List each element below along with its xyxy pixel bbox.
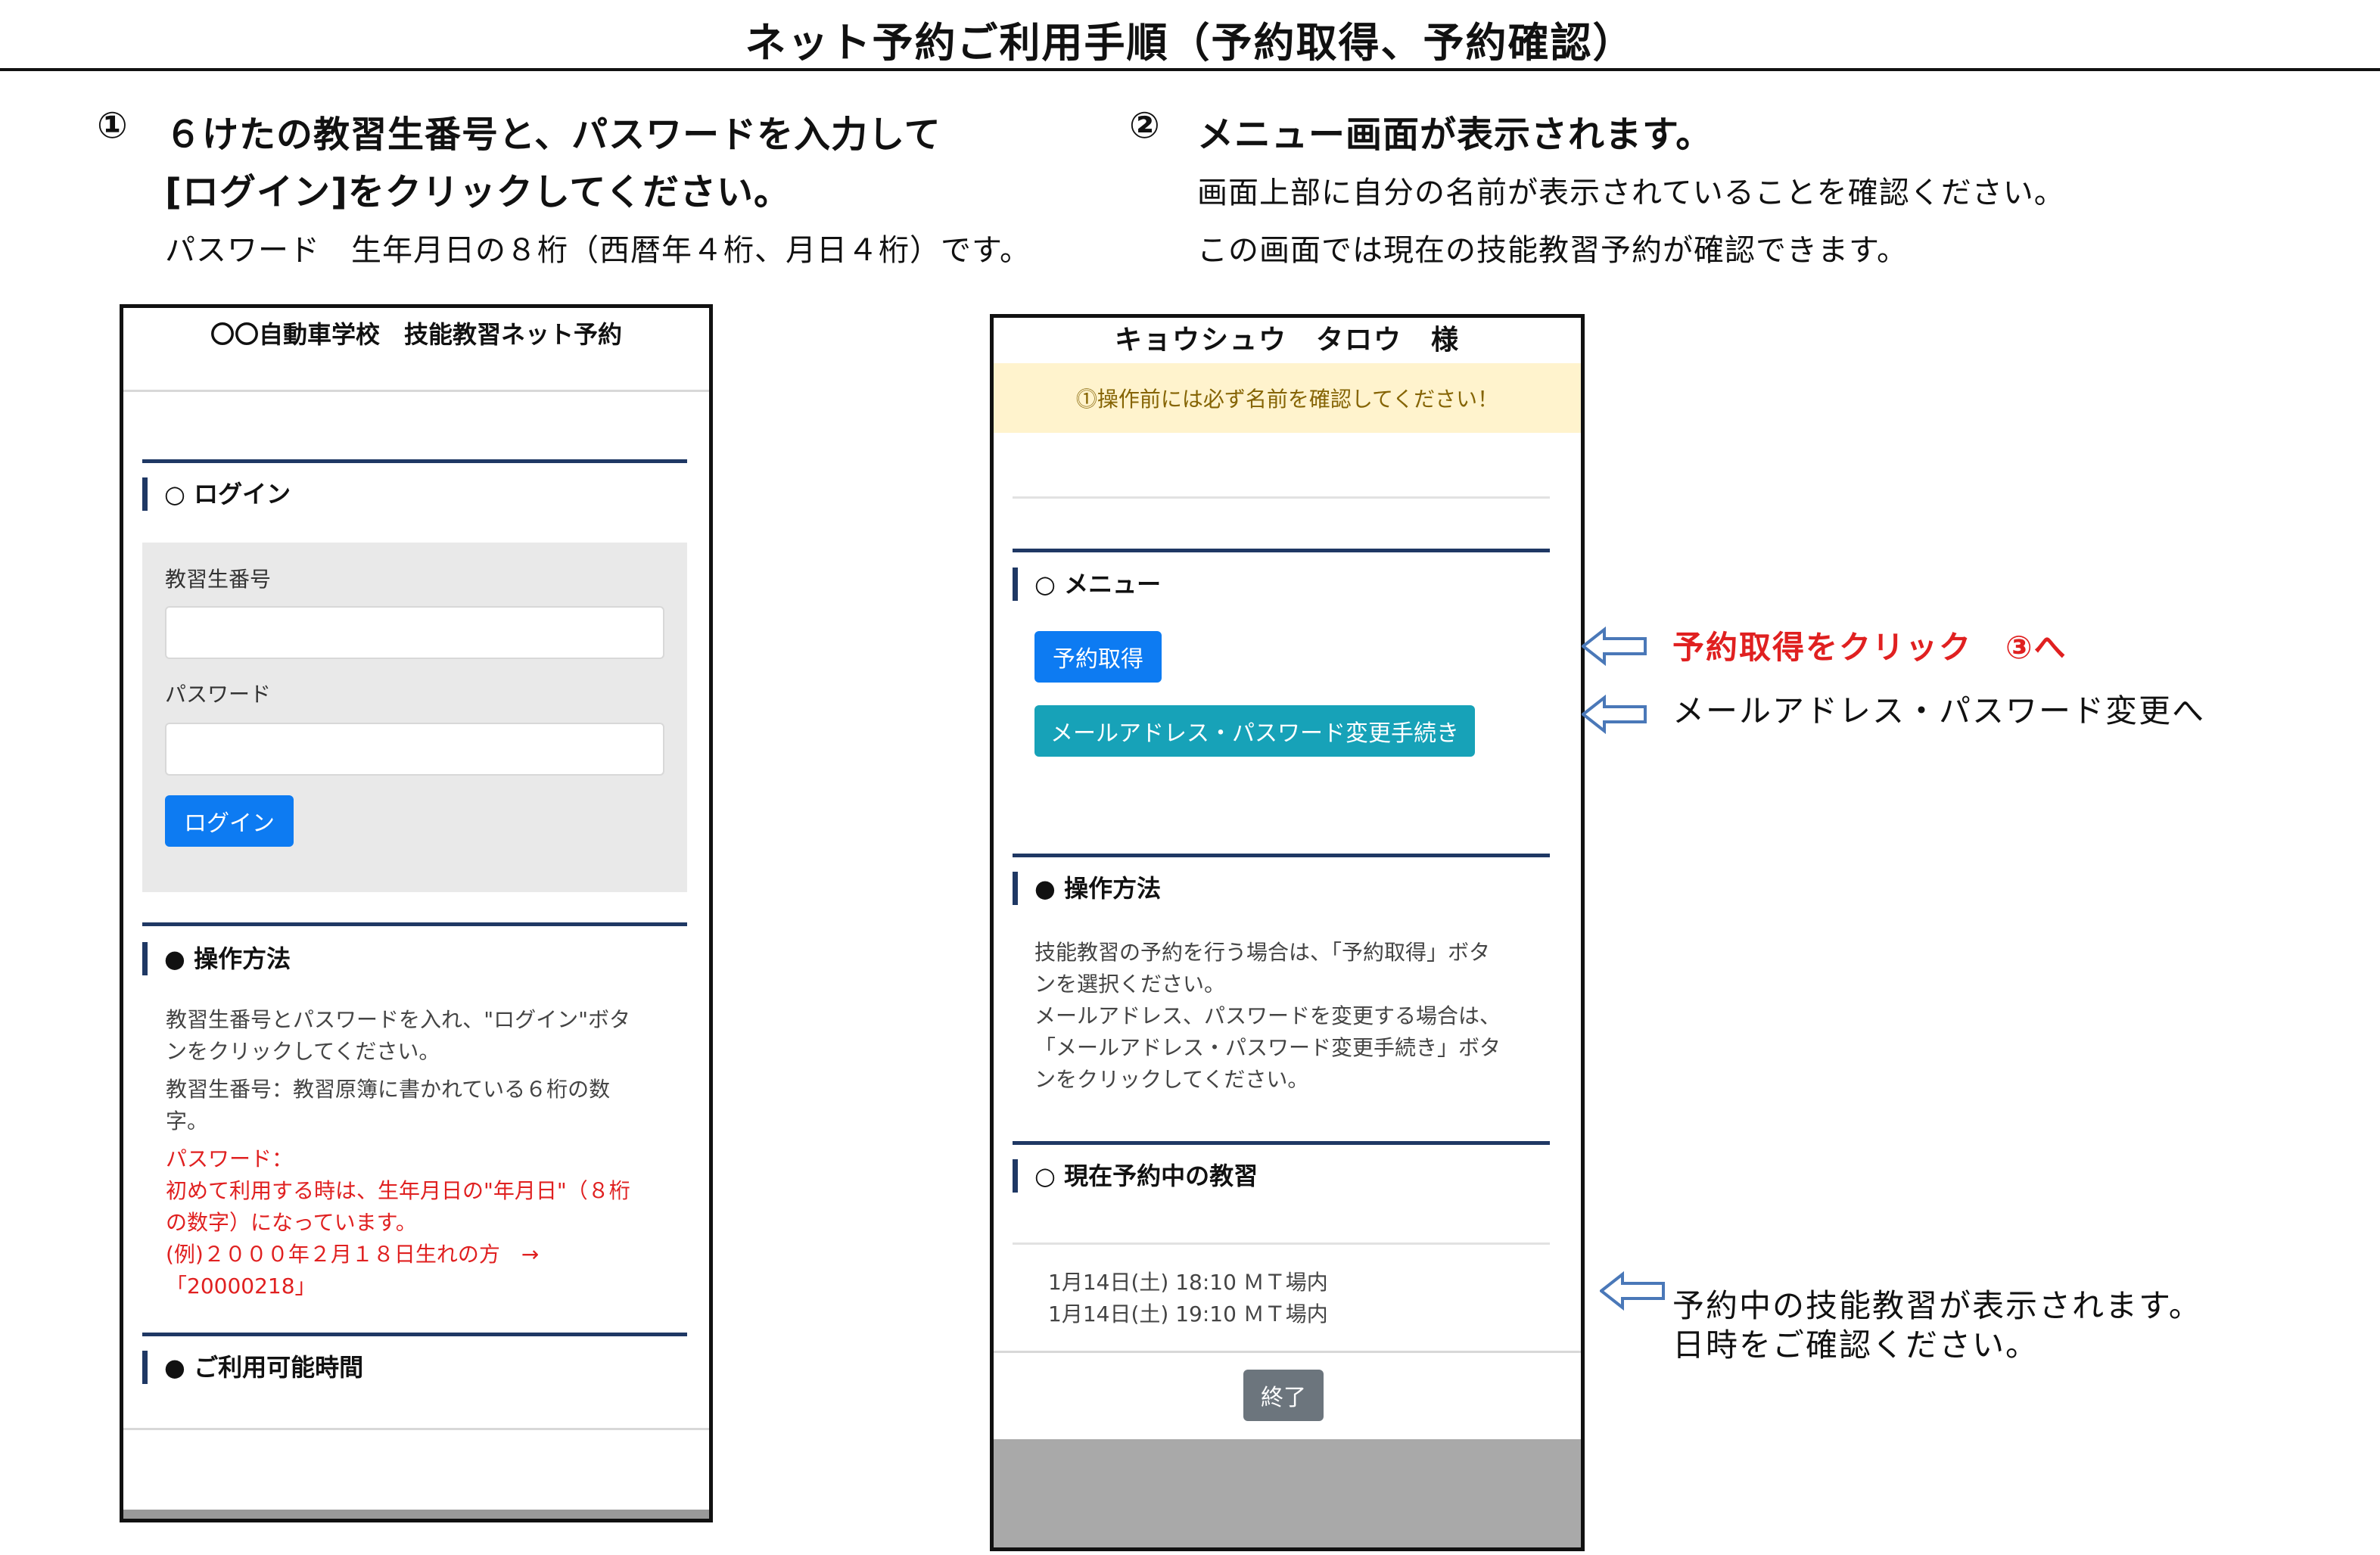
warning-divider [1013,496,1550,499]
step2-line2: 画面上部に自分の名前が表示されていることを確認ください。 [1197,176,2065,210]
menu-section-rule [1013,549,1550,552]
reservation-list: 1月14日(土) 18:10 ＭＴ場内 1月14日(土) 19:10 ＭＴ場内 [1048,1267,1328,1330]
student-no-label: 教習生番号 [165,567,272,592]
page-title: ネット予約ご利用手順（予約取得、予約確認） [745,19,1635,67]
step2-number: ② [1129,104,1161,147]
reserved-annotation-line: 予約中の技能教習が表示されます。 [1672,1287,2202,1324]
menu-section-title: ○ メニュー [1013,568,1161,601]
howto-line: ンをクリックしてください。 [166,1039,440,1064]
footer-bar [123,1510,709,1519]
title-divider [0,68,2380,71]
step1-line1: ６けたの教習生番号と、パスワードを入力して [165,114,941,156]
change-credentials-button[interactable]: メールアドレス・パスワード変更手続き [1034,705,1475,757]
step1-line2: [ログイン]をクリックしてください。 [165,171,791,213]
step1-line3: パスワード 生年月日の８桁（西暦年４桁、月日４桁）です。 [165,233,1031,268]
header-divider [123,390,709,392]
change-annotation: メールアドレス・パスワード変更へ [1672,692,2206,729]
current-section-title: ○ 現在予約中の教習 [1013,1159,1258,1193]
student-no-input[interactable] [165,606,664,659]
menu-howto-text: 技能教習の予約を行う場合は、「予約取得」ボタ ンを選択ください。 メールアドレス… [1034,937,1501,1096]
footer-divider [123,1428,709,1430]
menu-screen: キョウシュウ タロウ 様 ⓵操作前には必ず名前を確認してください！ ○ メニュー… [990,314,1585,1551]
howto-line: ンを選択ください。 [1034,972,1226,997]
password-note-line: 「20000218」 [166,1274,316,1298]
login-screen: 〇〇自動車学校 技能教習ネット予約 ○ ログイン 教習生番号 パスワード ログイ… [120,304,713,1522]
reserve-button[interactable]: 予約取得 [1034,631,1162,683]
step2-line1: メニュー画面が表示されます。 [1197,114,1713,156]
step1-number: ① [97,104,129,147]
arrow-left-icon [1582,627,1647,666]
hours-section-rule [142,1333,687,1336]
password-input[interactable] [165,723,664,776]
howto-line: メールアドレス、パスワードを変更する場合は、 [1034,1003,1501,1028]
menu-howto-rule [1013,854,1550,857]
reserve-annotation: 予約取得をクリック ③へ [1672,629,2067,666]
password-note-line: (例)２０００年２月１８日生れの方 → [166,1242,540,1267]
reserved-annotation: 予約中の技能教習が表示されます。 日時をご確認ください。 [1672,1286,2202,1365]
login-section-rule [142,459,687,463]
step2-line3: この画面では現在の技能教習予約が確認できます。 [1197,233,1908,268]
reserved-annotation-line: 日時をご確認ください。 [1672,1326,2039,1364]
footer-area [994,1439,1581,1547]
howto-line: 「メールアドレス・パスワード変更手続き」ボタ [1034,1035,1501,1060]
howto-section-rule [142,922,687,926]
password-note-line: の数字）になっています。 [166,1210,417,1235]
howto-line: ンをクリックしてください。 [1034,1067,1309,1092]
howto-line: 技能教習の予約を行う場合は、「予約取得」ボタ [1034,940,1491,965]
login-button[interactable]: ログイン [165,795,294,847]
password-note-line: パスワード： [166,1146,294,1171]
howto-line: 教習生番号とパスワードを入れ、"ログイン"ボタ [166,1007,631,1032]
howto-section-title: ● 操作方法 [142,942,291,975]
login-section-title: ○ ログイン [142,477,291,511]
menu-howto-title: ● 操作方法 [1013,872,1161,905]
login-form: 教習生番号 パスワード ログイン [142,543,687,892]
current-divider [1013,1242,1550,1245]
end-button[interactable]: 終了 [1243,1370,1324,1421]
howto-text: 教習生番号とパスワードを入れ、"ログイン"ボタ ンをクリックしてください。 教習… [166,1004,630,1302]
user-name: キョウシュウ タロウ 様 [1114,325,1460,356]
arrow-left-icon [1582,695,1647,734]
current-section-rule [1013,1141,1550,1145]
school-header: 〇〇自動車学校 技能教習ネット予約 [210,320,622,349]
name-warning: ⓵操作前には必ず名前を確認してください！ [994,363,1581,433]
password-note-line: 初めて利用する時は、生年月日の"年月日"（８桁 [166,1178,630,1203]
footer-divider [994,1351,1581,1353]
hours-section-title: ● ご利用可能時間 [142,1351,363,1384]
reservation-item: 1月14日(土) 19:10 ＭＴ場内 [1048,1302,1328,1326]
arrow-left-icon [1600,1271,1665,1311]
howto-line: 字。 [166,1109,209,1134]
reservation-item: 1月14日(土) 18:10 ＭＴ場内 [1048,1270,1328,1295]
howto-line: 教習生番号：教習原簿に書かれている６桁の数 [166,1077,611,1102]
password-label: パスワード [165,682,272,707]
